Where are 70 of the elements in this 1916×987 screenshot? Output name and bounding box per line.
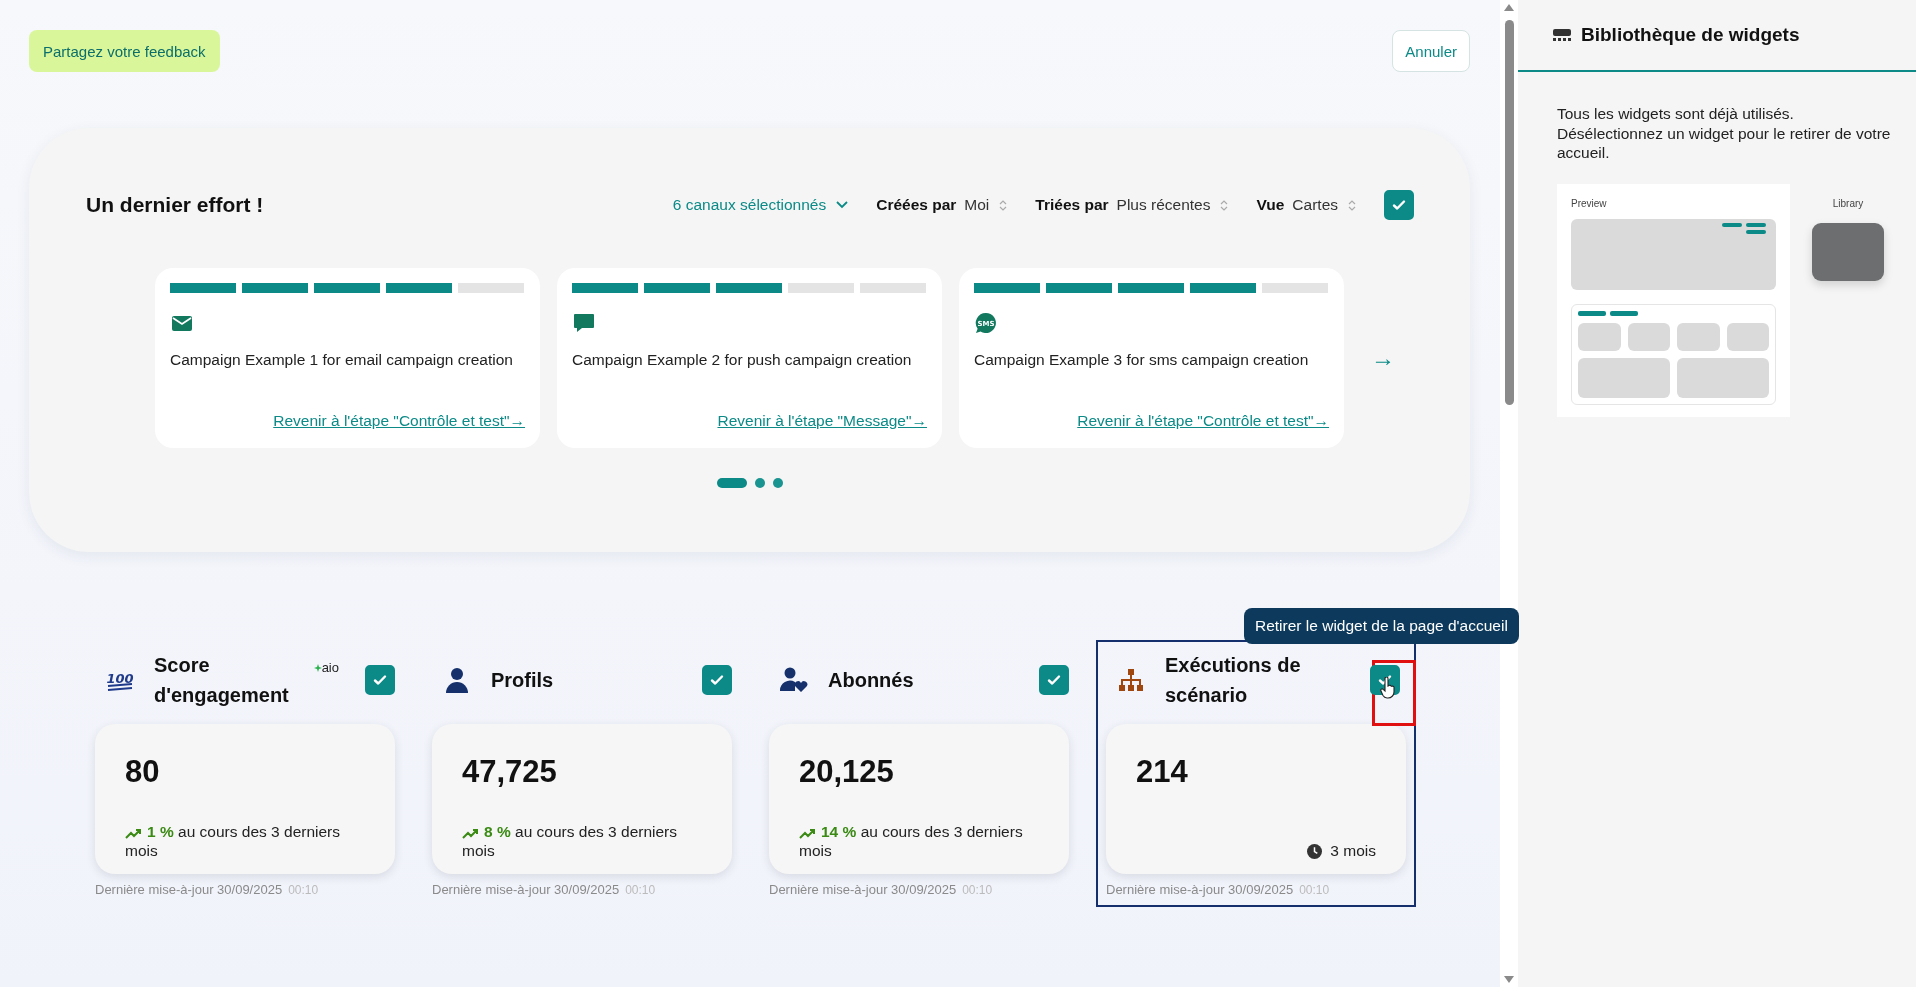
- filter-label: Triées par: [1035, 196, 1109, 214]
- checkbox[interactable]: [365, 665, 395, 695]
- update-time: 00:10: [962, 883, 993, 897]
- widget-title: Exécutions de scénario: [1165, 653, 1302, 708]
- section-title: Un dernier effort !: [86, 193, 265, 217]
- checkbox[interactable]: [1039, 665, 1069, 695]
- filter-select[interactable]: Moi: [964, 196, 1008, 214]
- widget-title: Profils: [491, 668, 555, 693]
- update-time: 00:10: [1299, 883, 1330, 897]
- filter-select[interactable]: Cartes: [1292, 196, 1356, 214]
- sort-icon: [1348, 198, 1356, 212]
- trend-up-icon: [462, 828, 480, 839]
- widget-title: Score d'engagement: [154, 653, 290, 708]
- chevron-down-icon: [836, 201, 849, 209]
- check-icon: [709, 672, 725, 688]
- filter-label: Vue: [1256, 196, 1285, 214]
- stat-value: 20,125: [799, 754, 895, 790]
- scroll-up-icon[interactable]: [1504, 4, 1514, 11]
- return-step-link[interactable]: Revenir à l'étape "Message"→: [717, 412, 927, 430]
- page-dot[interactable]: [755, 478, 765, 488]
- next-arrow-button[interactable]: →: [1367, 344, 1399, 372]
- trend-up-icon: [125, 828, 143, 839]
- sort-icon: [999, 198, 1008, 212]
- page-dot[interactable]: [773, 478, 783, 488]
- widget-title: Abonnés: [828, 668, 915, 693]
- checkbox[interactable]: [1384, 190, 1414, 220]
- cancel-button[interactable]: Annuler: [1392, 30, 1470, 72]
- person-icon: [445, 667, 469, 693]
- channel-dropdown[interactable]: 6 canaux sélectionnés: [672, 196, 849, 214]
- last-update-text: Dernière mise-à-jour 30/09/2025: [95, 882, 283, 897]
- scroll-down-icon[interactable]: [1504, 976, 1514, 983]
- tooltip: Retirer le widget de la page d'accueil: [1244, 608, 1519, 644]
- update-time: 00:10: [288, 883, 319, 897]
- panel-description: Tous les widgets sont déjà utilisés. Désélectionnez un widget pour le retirer de votre accueil.: [1556, 104, 1892, 163]
- sort-icon: [1220, 198, 1229, 212]
- panel-title: Bibliothèque de widgets: [1581, 24, 1800, 46]
- scrollbar-thumb[interactable]: [1505, 20, 1514, 405]
- return-step-link[interactable]: Revenir à l'étape "Contrôle et test"→: [1077, 412, 1329, 430]
- campaign-name: Campaign Example 2 for push campaign creation: [572, 351, 913, 369]
- hand-cursor-icon: [1380, 677, 1396, 699]
- person-heart-icon: [780, 667, 808, 693]
- ai-badge: aio: [313, 660, 339, 675]
- last-update-text: Dernière mise-à-jour 30/09/2025: [432, 882, 620, 897]
- stat-value: 214: [1136, 754, 1189, 790]
- campaign-name: Campaign Example 3 for sms campaign creation: [974, 351, 1310, 369]
- campaign-card[interactable]: Campaign Example 1 for email campaign creation Revenir à l'étape "Contrôle et test"→: [155, 268, 540, 448]
- filter-label: Créées par: [876, 196, 957, 214]
- check-icon: [372, 672, 388, 688]
- feedback-button[interactable]: Partagez votre feedback: [29, 30, 220, 72]
- widget-library-icon: [1553, 29, 1571, 41]
- trend-up-icon: [799, 828, 817, 839]
- hierarchy-icon: [1118, 668, 1144, 692]
- last-update-text: Dernière mise-à-jour 30/09/2025: [1106, 882, 1294, 897]
- campaign-name: Campaign Example 1 for email campaign creation: [170, 351, 514, 369]
- check-icon: [1046, 672, 1062, 688]
- update-time: 00:10: [625, 883, 656, 897]
- return-step-link[interactable]: Revenir à l'étape "Contrôle et test"→: [273, 412, 525, 430]
- period-label: 3 mois: [1330, 842, 1376, 860]
- clock-icon: [1307, 843, 1323, 859]
- last-update-text: Dernière mise-à-jour 30/09/2025: [769, 882, 957, 897]
- checkbox[interactable]: [702, 665, 732, 695]
- stat-value: 80: [125, 754, 161, 790]
- check-icon: [1391, 197, 1407, 213]
- chat-bubble-icon: [572, 311, 596, 335]
- trend-text: 8 % au cours des 3 derniers mois: [462, 822, 678, 860]
- trend-text: 14 % au cours des 3 derniers mois: [799, 822, 1024, 860]
- trend-text: 1 % au cours des 3 derniers mois: [125, 822, 341, 860]
- campaign-card[interactable]: Campaign Example 2 for push campaign creation Revenir à l'étape "Message"→: [557, 268, 942, 448]
- filter-select[interactable]: Plus récentes: [1116, 196, 1229, 214]
- stat-value: 47,725: [462, 754, 558, 790]
